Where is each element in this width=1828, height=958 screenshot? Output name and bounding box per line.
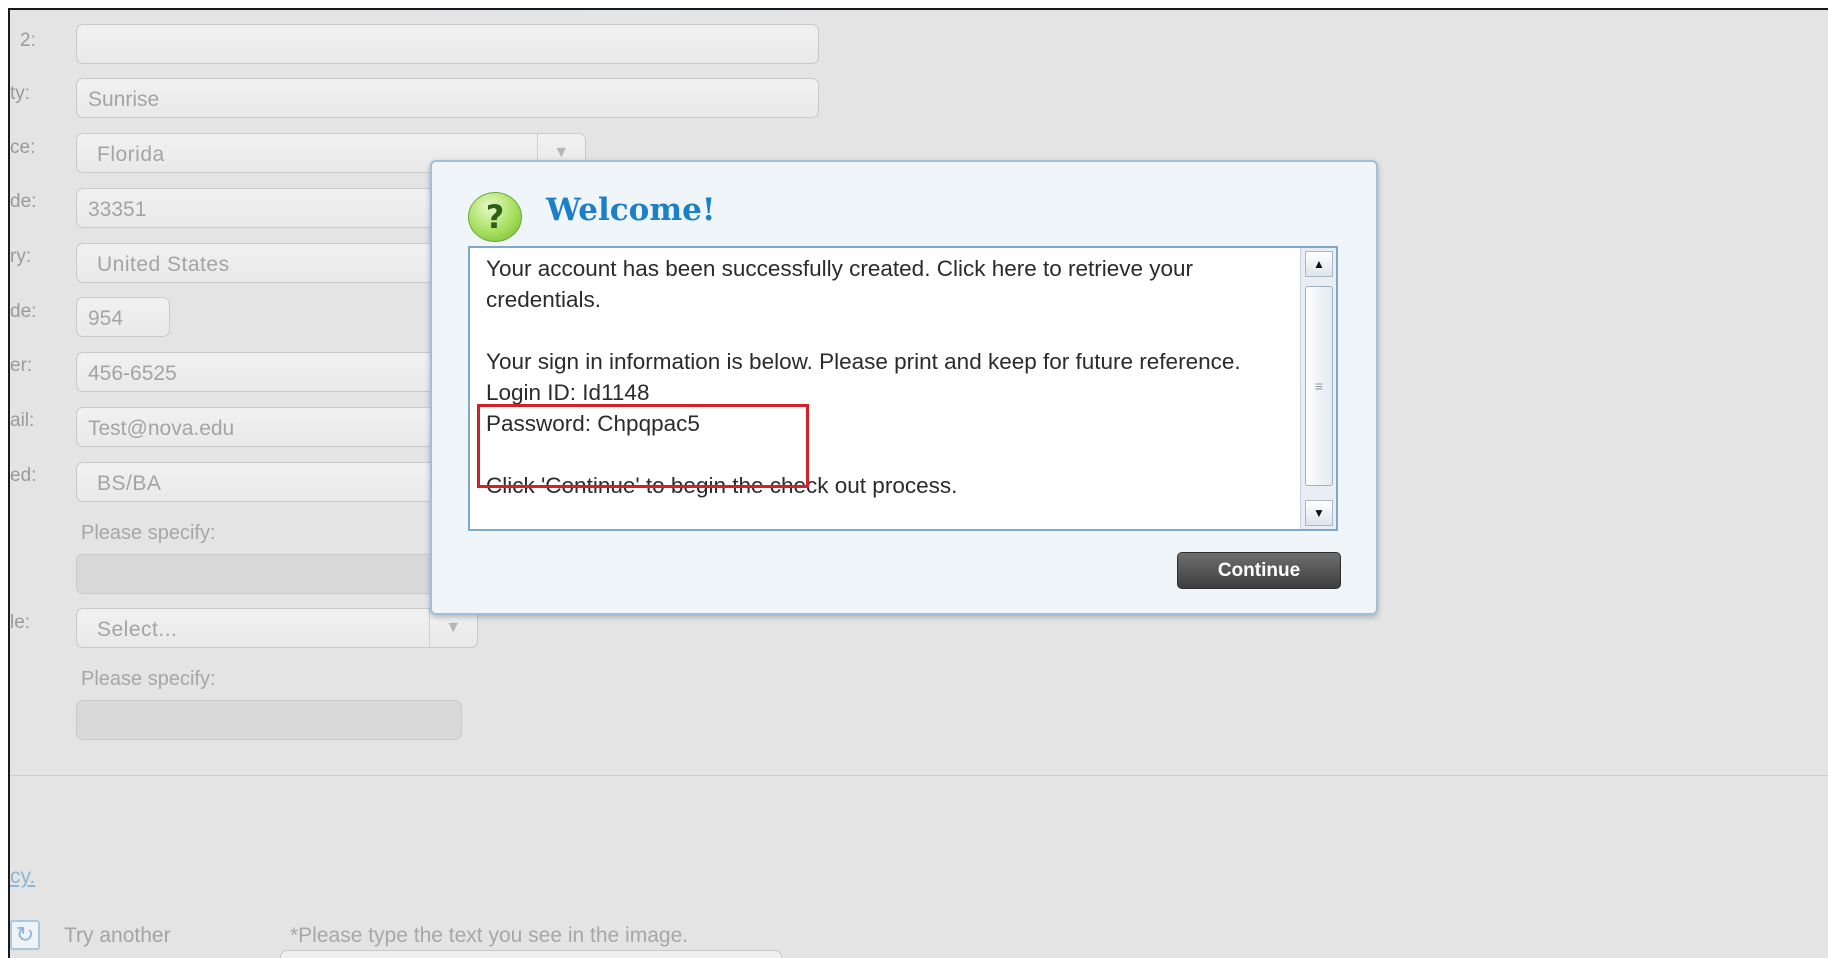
- privacy-link[interactable]: cy.: [10, 865, 35, 889]
- message-content: Your account has been successfully creat…: [486, 253, 1276, 501]
- zip-field[interactable]: 33351: [76, 188, 476, 228]
- captcha-input[interactable]: [280, 950, 782, 958]
- scroll-down-arrow-icon[interactable]: ▼: [1305, 500, 1333, 526]
- zip-label: de:: [10, 191, 37, 212]
- message-success[interactable]: Your account has been successfully creat…: [486, 253, 1276, 315]
- try-another-link[interactable]: Try another: [64, 924, 171, 948]
- phone-field[interactable]: 456-6525: [76, 352, 476, 392]
- city-label: ty:: [10, 83, 31, 104]
- section-divider: [10, 775, 1828, 776]
- address2-label: 2:: [20, 30, 36, 51]
- message-continue-instructions: Click 'Continue' to begin the check out …: [486, 473, 958, 498]
- education-specify-field[interactable]: [76, 554, 476, 594]
- area-code-field[interactable]: 954: [76, 297, 170, 337]
- captcha-hint: *Please type the text you see in the ima…: [290, 924, 689, 947]
- continue-button[interactable]: Continue: [1177, 552, 1341, 589]
- role-specify-field[interactable]: [76, 700, 462, 740]
- area-code-label: de:: [10, 301, 37, 322]
- email-label: ail:: [10, 410, 35, 431]
- password-text: Password: Chpqpac5: [486, 411, 700, 436]
- education-select-value: BS/BA: [97, 472, 162, 495]
- state-label: ce:: [10, 137, 36, 158]
- address2-field[interactable]: [76, 24, 819, 64]
- phone-label: er:: [10, 355, 33, 376]
- role-select[interactable]: Select... ▼: [76, 608, 478, 648]
- city-field[interactable]: Sunrise: [76, 78, 819, 118]
- header-art: [310, 10, 950, 20]
- scroll-thumb[interactable]: ≡: [1305, 286, 1333, 486]
- role-select-value: Select...: [97, 618, 178, 641]
- dialog-title: Welcome!: [546, 192, 716, 228]
- state-select-value: Florida: [97, 143, 165, 166]
- email-field[interactable]: Test@nova.edu: [76, 407, 476, 447]
- message-signin-info: Your sign in information is below. Pleas…: [486, 349, 1241, 374]
- specify-label-role: Please specify:: [81, 668, 216, 690]
- message-scrollbar[interactable]: ▲ ≡ ▼: [1300, 248, 1336, 529]
- country-select-value: United States: [97, 253, 230, 276]
- welcome-dialog: ? Welcome! Your account has been success…: [430, 160, 1378, 615]
- login-id-text: Login ID: Id1148: [486, 380, 650, 405]
- question-icon: ?: [468, 192, 522, 242]
- scroll-up-arrow-icon[interactable]: ▲: [1305, 251, 1333, 277]
- country-select[interactable]: United States: [76, 243, 476, 283]
- refresh-icon[interactable]: ↻: [10, 920, 40, 950]
- specify-label-education: Please specify:: [81, 522, 216, 544]
- message-box: Your account has been successfully creat…: [468, 246, 1338, 531]
- education-label: ed:: [10, 465, 37, 486]
- country-label: ry:: [10, 246, 32, 267]
- education-select[interactable]: BS/BA: [76, 462, 476, 502]
- role-label: le:: [10, 612, 31, 633]
